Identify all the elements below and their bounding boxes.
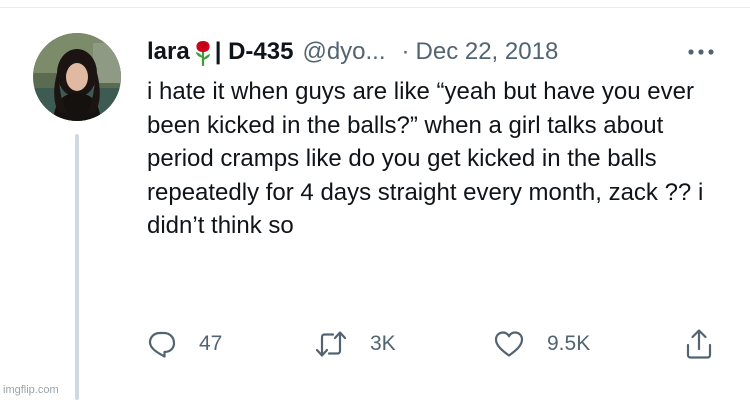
avatar[interactable] [33,33,121,121]
heart-icon [493,329,525,359]
reply-icon [147,329,177,359]
author-display-name[interactable]: lara [147,36,190,68]
retweet-button[interactable]: 3K [314,326,396,362]
author-handle[interactable]: @dyo... [302,36,385,68]
retweet-icon [314,329,348,359]
top-divider [0,7,750,8]
reply-count: 47 [199,332,223,355]
tweet-date[interactable]: Dec 22, 2018 [416,36,559,68]
like-button[interactable]: 9.5K [493,326,590,362]
tweet-header: lara | D-435 @dyo... · Dec 22, 2018 [147,36,558,68]
avatar-photo [33,33,121,121]
share-button[interactable] [684,326,714,362]
retweet-count: 3K [370,332,396,355]
header-separator: · [401,38,410,65]
reply-button[interactable]: 47 [147,326,222,362]
author-display-suffix[interactable]: | D-435 [215,36,294,68]
imgflip-watermark: imgflip.com [3,384,59,396]
more-horizontal-icon[interactable] [686,43,716,61]
thread-connector-line [75,134,79,400]
like-count: 9.5K [547,332,591,355]
rose-icon [193,38,213,66]
share-icon [684,328,714,360]
tweet-text: i hate it when guys are like “yeah but h… [147,78,704,239]
tweet-actions: 47 3K 9.5K [147,326,727,362]
